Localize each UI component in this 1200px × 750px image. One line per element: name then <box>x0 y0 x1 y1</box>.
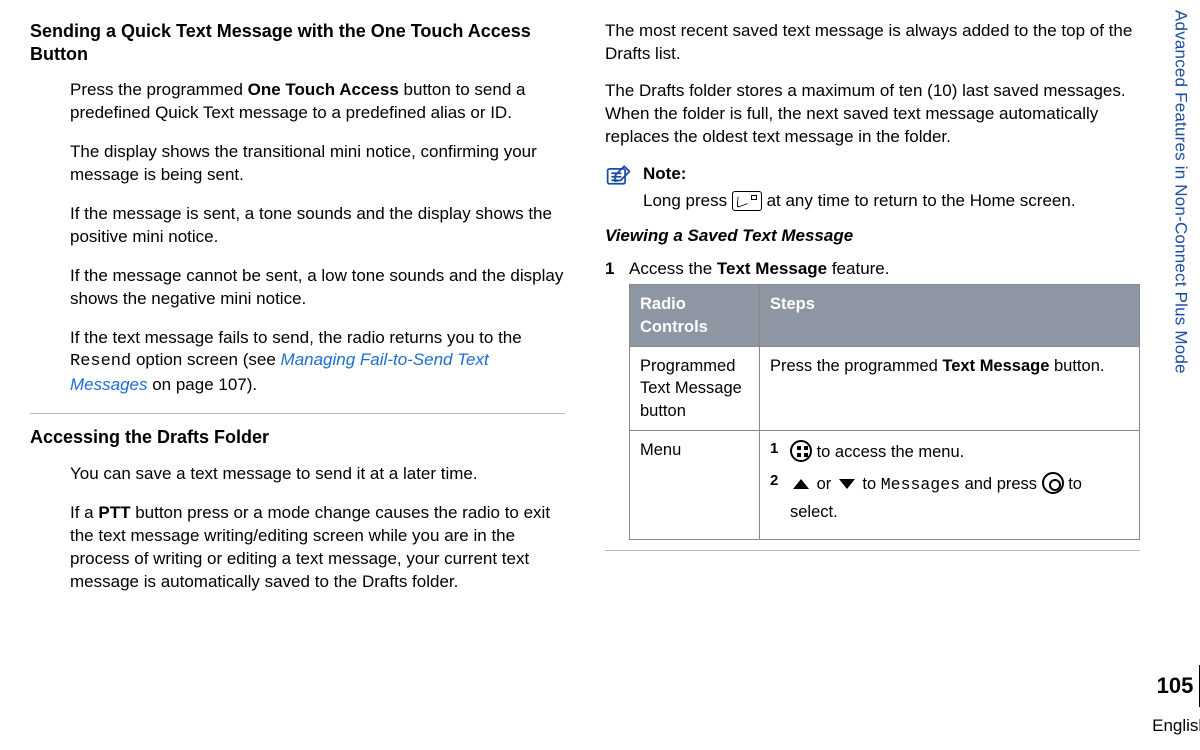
drafts-body: You can save a text message to send it a… <box>30 463 565 594</box>
mini-step-text: or to Messages and press to select. <box>790 471 1129 525</box>
qt-para-3: If the message is sent, a tone sounds an… <box>70 203 565 249</box>
one-touch-access-label: One Touch Access <box>248 80 399 99</box>
mini-step-number: 1 <box>770 439 782 465</box>
step-1: 1 Access the Text Message feature. Radio… <box>605 258 1140 540</box>
down-arrow-icon <box>836 477 858 491</box>
chapter-label: Advanced Features in Non-Connect Plus Mo… <box>1169 10 1192 374</box>
column-2: The most recent saved text message is al… <box>605 20 1140 730</box>
top-para-1: The most recent saved text message is al… <box>605 20 1140 66</box>
menu-step-2: 2 or to Messages and press to select. <box>770 471 1129 525</box>
qt-para-1: Press the programmed One Touch Access bu… <box>70 79 565 125</box>
th-steps: Steps <box>760 285 1140 347</box>
text: to access the menu. <box>812 443 964 461</box>
divider <box>605 550 1140 551</box>
text: If the text message fails to send, the r… <box>70 328 522 347</box>
note-body: Note: Long press at any time to return t… <box>643 163 1140 213</box>
quick-text-body: Press the programmed One Touch Access bu… <box>30 79 565 397</box>
ok-button-icon <box>1042 472 1064 494</box>
table-header-row: Radio Controls Steps <box>630 285 1140 347</box>
drafts-para-2: If a PTT button press or a mode change c… <box>70 502 565 594</box>
qt-para-5: If the text message fails to send, the r… <box>70 327 565 398</box>
cell-controls-1: Programmed Text Message button <box>630 346 760 430</box>
heading-drafts: Accessing the Drafts Folder <box>30 426 565 449</box>
ptt-label: PTT <box>98 503 130 522</box>
text: at any time to return to the Home screen… <box>762 191 1076 210</box>
menu-steps: 1 to access the menu. 2 or to Me <box>770 439 1129 525</box>
cell-steps-1: Press the programmed Text Message button… <box>760 346 1140 430</box>
text-message-label: Text Message <box>717 259 827 278</box>
drafts-para-1: You can save a text message to send it a… <box>70 463 565 486</box>
cell-steps-2: 1 to access the menu. 2 or to Me <box>760 430 1140 539</box>
text: If a <box>70 503 98 522</box>
qt-para-2: The display shows the transitional mini … <box>70 141 565 187</box>
resend-mono: Resend <box>70 352 131 371</box>
text: and press <box>960 475 1042 493</box>
cell-controls-2: Menu <box>630 430 760 539</box>
step-body: Access the Text Message feature. Radio C… <box>629 258 1140 540</box>
menu-step-1: 1 to access the menu. <box>770 439 1129 465</box>
step-number: 1 <box>605 258 619 540</box>
text: button. <box>1049 357 1104 375</box>
menu-button-icon <box>790 440 812 462</box>
mini-step-number: 2 <box>770 471 782 525</box>
messages-mono: Messages <box>881 475 960 494</box>
text: option screen (see <box>131 350 280 369</box>
text-message-bold: Text Message <box>942 357 1049 375</box>
divider <box>30 413 565 414</box>
heading-quick-text: Sending a Quick Text Message with the On… <box>30 20 565 65</box>
text: Press the programmed <box>770 357 942 375</box>
note-text: Long press at any time to return to the … <box>643 190 1140 213</box>
page-number: 105 <box>1157 671 1194 701</box>
text: Long press <box>643 191 732 210</box>
note-block: Note: Long press at any time to return t… <box>605 163 1140 213</box>
table-row: Programmed Text Message button Press the… <box>630 346 1140 430</box>
text: on page 107). <box>147 375 257 394</box>
page: Sending a Quick Text Message with the On… <box>0 0 1200 750</box>
column-1: Sending a Quick Text Message with the On… <box>30 20 565 730</box>
text: to <box>858 475 881 493</box>
top-para-2: The Drafts folder stores a maximum of te… <box>605 80 1140 149</box>
note-title: Note: <box>643 163 1140 186</box>
note-icon <box>605 163 633 187</box>
text: or <box>812 475 836 493</box>
text: Access the <box>629 259 717 278</box>
language-label: English <box>1152 715 1200 738</box>
text: button press or a mode change causes the… <box>70 503 550 591</box>
text: Press the programmed <box>70 80 248 99</box>
table-row: Menu 1 to access the menu. <box>630 430 1140 539</box>
content-columns: Sending a Quick Text Message with the On… <box>0 0 1160 750</box>
qt-para-4: If the message cannot be sent, a low ton… <box>70 265 565 311</box>
page-number-box: 105 <box>1157 665 1200 707</box>
mini-step-text: to access the menu. <box>790 439 1129 465</box>
th-radio-controls: Radio Controls <box>630 285 760 347</box>
side-strip: Advanced Features in Non-Connect Plus Mo… <box>1160 0 1200 750</box>
up-arrow-icon <box>790 477 812 491</box>
heading-view-saved: Viewing a Saved Text Message <box>605 225 1140 248</box>
text: feature. <box>827 259 889 278</box>
controls-table: Radio Controls Steps Programmed Text Mes… <box>629 284 1140 540</box>
home-key-icon <box>732 191 762 211</box>
